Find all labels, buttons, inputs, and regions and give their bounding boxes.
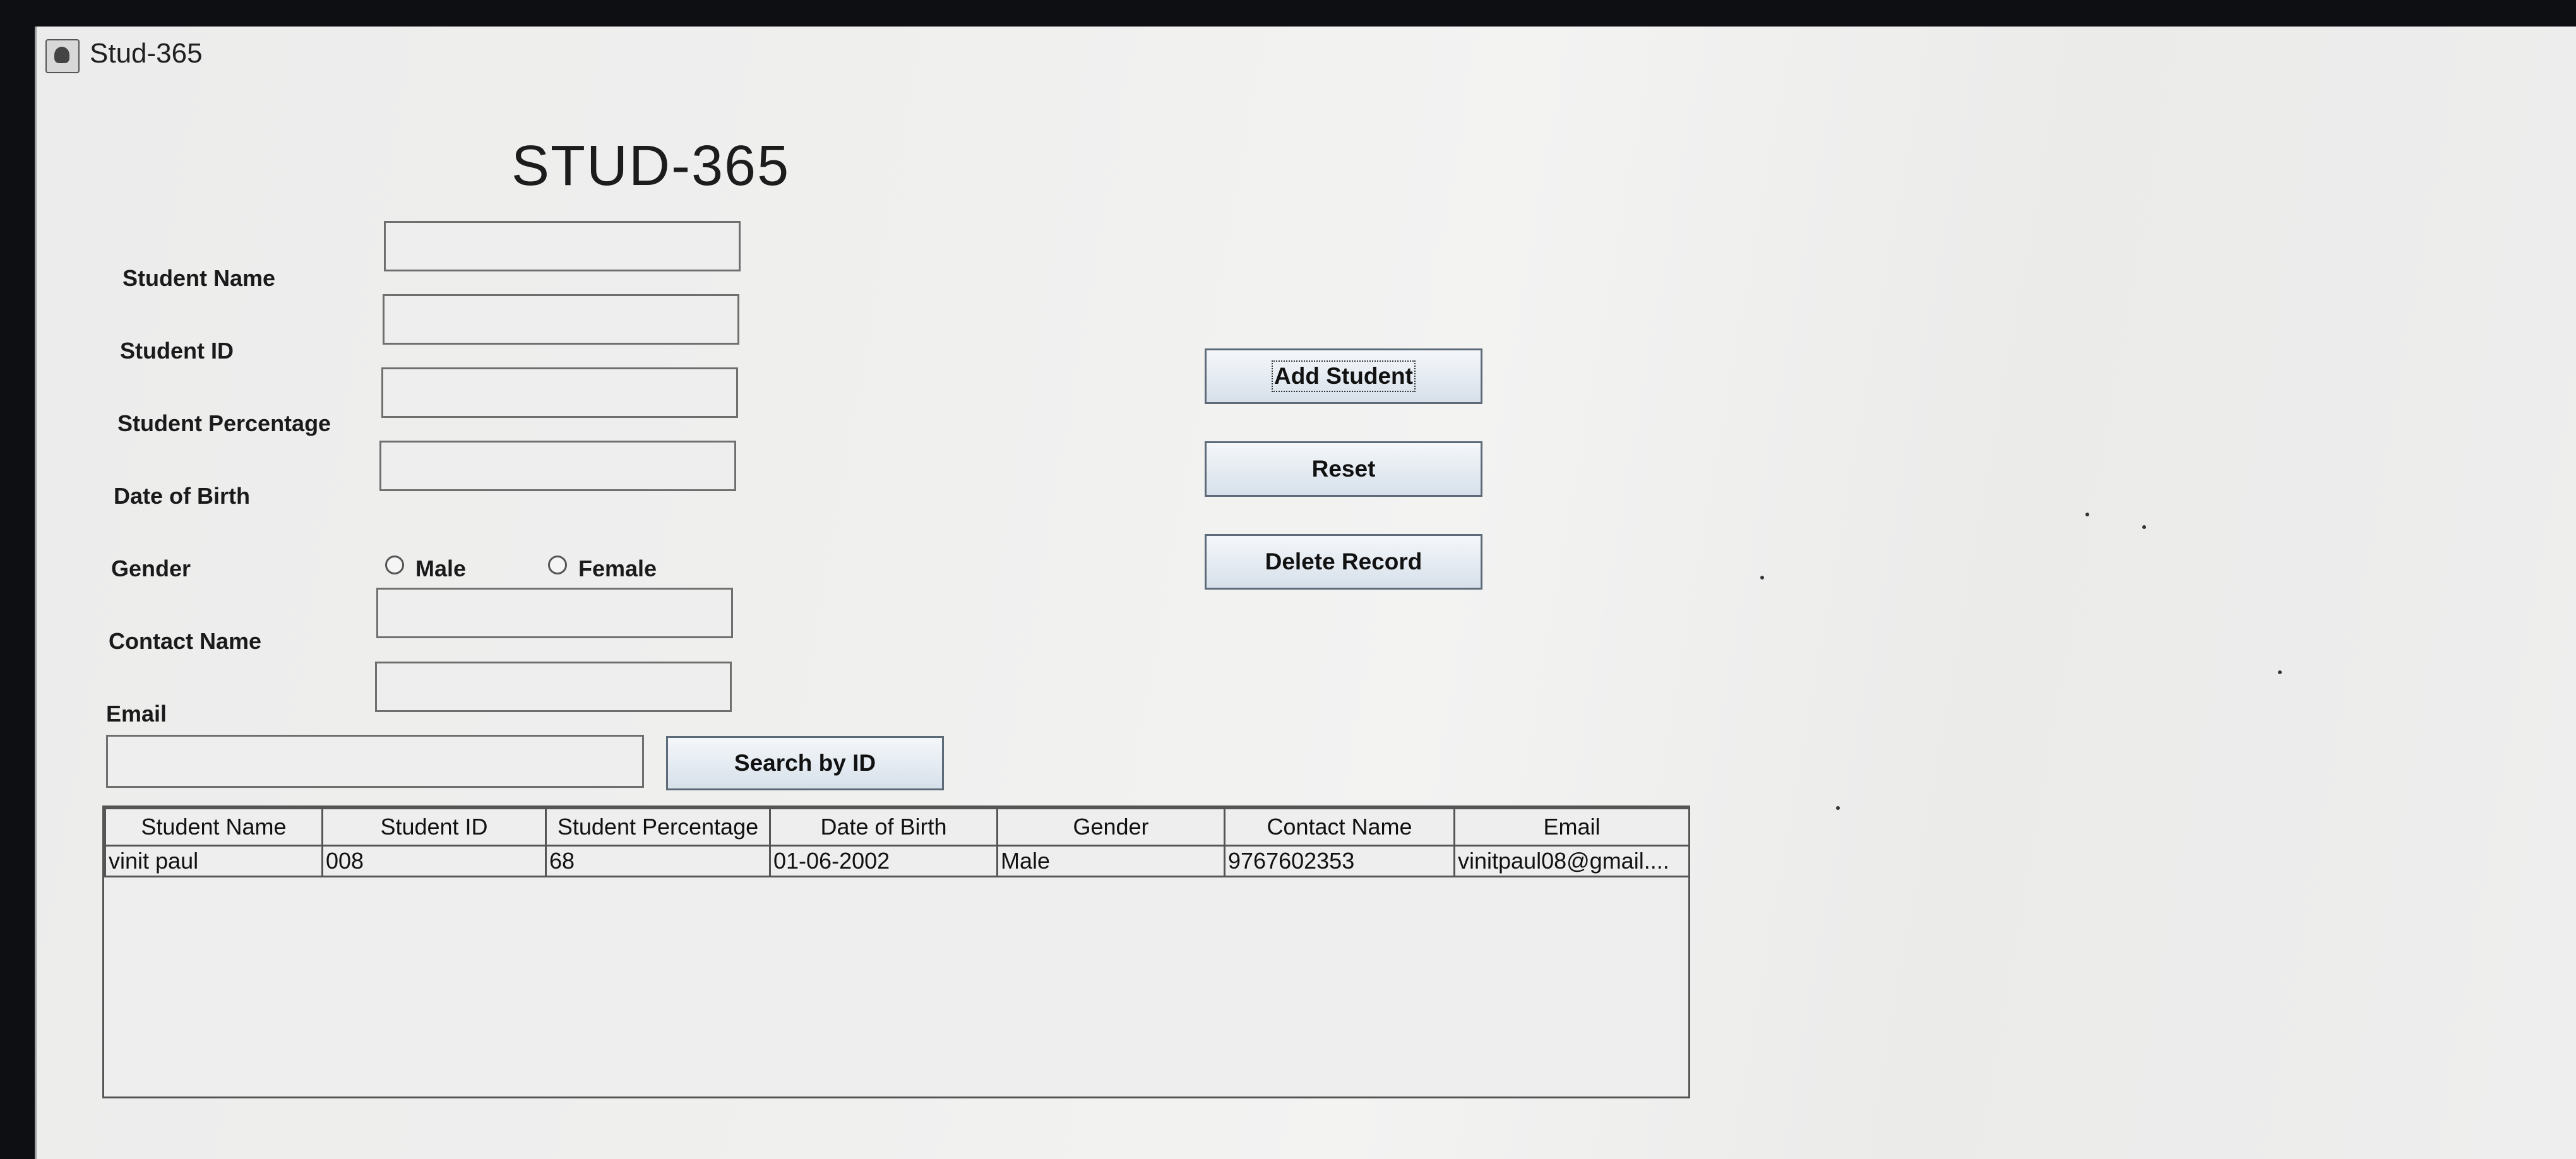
screen-speck xyxy=(1836,806,1840,810)
search-by-id-button-label: Search by ID xyxy=(734,750,876,776)
contact-name-label: Contact Name xyxy=(109,628,262,654)
gender-female-radio[interactable] xyxy=(548,556,567,574)
search-by-id-button[interactable]: Search by ID xyxy=(666,736,944,790)
search-id-input[interactable] xyxy=(106,735,644,788)
gender-female-label[interactable]: Female xyxy=(578,556,657,582)
date-of-birth-label: Date of Birth xyxy=(114,483,250,509)
student-id-label: Student ID xyxy=(120,338,234,364)
app-window: Stud-365 STUD-365 Student Name Student I… xyxy=(35,27,2576,1159)
table-cell[interactable]: vinit paul xyxy=(104,845,323,877)
table-cell[interactable]: vinitpaul08@gmail.... xyxy=(1453,845,1690,877)
table-cell[interactable]: 9767602353 xyxy=(1224,845,1455,877)
gender-male-label[interactable]: Male xyxy=(415,556,466,582)
screen-speck xyxy=(1760,576,1764,580)
column-header-email[interactable]: Email xyxy=(1453,807,1690,847)
email-label: Email xyxy=(106,701,167,727)
gender-male-radio[interactable] xyxy=(385,556,404,574)
java-app-icon[interactable] xyxy=(45,39,80,73)
student-table-grid: Student Name Student ID Student Percenta… xyxy=(104,807,1690,877)
student-percentage-label: Student Percentage xyxy=(117,410,331,436)
table-cell[interactable]: 01-06-2002 xyxy=(769,845,998,877)
screen-speck xyxy=(2142,525,2146,529)
column-header-student-percentage[interactable]: Student Percentage xyxy=(545,807,771,847)
delete-record-button-label: Delete Record xyxy=(1265,549,1422,574)
contact-name-input[interactable] xyxy=(376,588,733,638)
student-table[interactable]: Student Name Student ID Student Percenta… xyxy=(102,805,1690,1098)
student-name-label: Student Name xyxy=(122,265,276,291)
student-name-input[interactable] xyxy=(384,221,741,271)
title-bar[interactable]: Stud-365 xyxy=(37,27,2576,87)
column-header-gender[interactable]: Gender xyxy=(996,807,1225,847)
email-input[interactable] xyxy=(375,662,732,712)
table-cell[interactable]: 008 xyxy=(321,845,547,877)
student-percentage-input[interactable] xyxy=(381,367,738,418)
reset-button[interactable]: Reset xyxy=(1205,441,1482,497)
table-cell[interactable]: 68 xyxy=(545,845,771,877)
reset-button-label: Reset xyxy=(1311,456,1376,482)
table-row[interactable]: vinit paul 008 68 01-06-2002 Male 976760… xyxy=(104,845,1690,877)
date-of-birth-input[interactable] xyxy=(379,441,736,491)
gender-label: Gender xyxy=(111,556,191,581)
app-heading: STUD-365 xyxy=(511,134,790,198)
screen: Stud-365 STUD-365 Student Name Student I… xyxy=(0,0,2576,1159)
column-header-student-id[interactable]: Student ID xyxy=(321,807,547,847)
window-title: Stud-365 xyxy=(90,38,203,69)
student-id-input[interactable] xyxy=(383,294,739,345)
delete-record-button[interactable]: Delete Record xyxy=(1205,534,1482,590)
table-header-row: Student Name Student ID Student Percenta… xyxy=(104,807,1690,847)
table-cell[interactable]: Male xyxy=(996,845,1225,877)
screen-speck xyxy=(2278,670,2282,674)
column-header-date-of-birth[interactable]: Date of Birth xyxy=(769,807,998,847)
column-header-contact-name[interactable]: Contact Name xyxy=(1224,807,1455,847)
screen-speck xyxy=(2085,513,2089,516)
add-student-button[interactable]: Add Student xyxy=(1205,348,1482,404)
add-student-button-label: Add Student xyxy=(1272,360,1416,392)
column-header-student-name[interactable]: Student Name xyxy=(104,807,323,847)
